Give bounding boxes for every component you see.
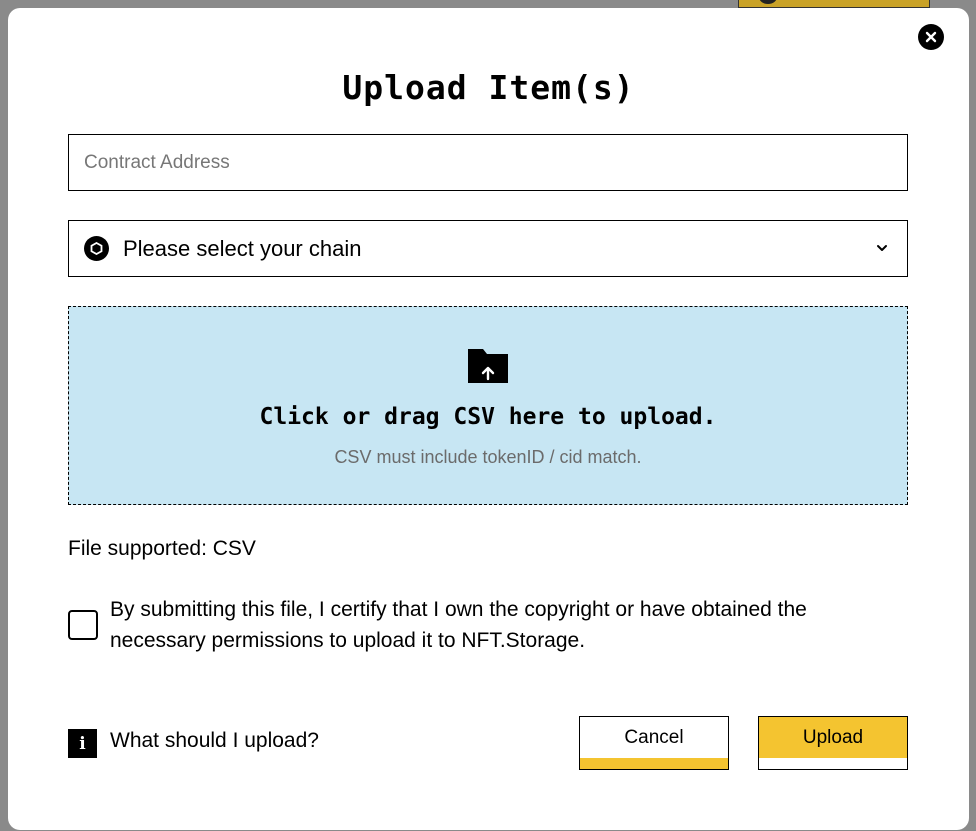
chain-select-label: Please select your chain — [123, 235, 362, 261]
chain-icon — [84, 236, 109, 261]
cancel-button-underline — [580, 758, 728, 769]
cancel-button-label: Cancel — [580, 717, 728, 759]
certify-checkbox[interactable] — [68, 610, 98, 640]
contract-address-field[interactable] — [68, 134, 908, 191]
upload-button-label: Upload — [759, 717, 907, 759]
upload-button[interactable]: Upload — [758, 716, 908, 770]
chain-select[interactable]: Please select your chain — [68, 220, 908, 277]
dropzone-subtitle: CSV must include tokenID / cid match. — [334, 447, 642, 467]
contract-address-input[interactable] — [69, 135, 907, 190]
info-icon: i — [68, 729, 97, 758]
close-icon — [925, 31, 937, 43]
help-link[interactable]: What should I upload? — [110, 729, 319, 753]
file-supported-text: File supported: CSV — [68, 537, 256, 560]
background-icon — [759, 0, 777, 4]
upload-button-underline — [759, 758, 907, 769]
upload-modal: Upload Item(s) Please select your chain … — [8, 8, 969, 830]
modal-title: Upload Item(s) — [342, 68, 635, 107]
csv-dropzone[interactable]: Click or drag CSV here to upload. CSV mu… — [68, 306, 908, 505]
close-button[interactable] — [918, 24, 944, 50]
chevron-down-icon — [877, 245, 887, 251]
background-button — [738, 0, 930, 8]
certify-label: By submitting this file, I certify that … — [110, 598, 807, 652]
folder-upload-icon — [468, 349, 508, 383]
dropzone-title: Click or drag CSV here to upload. — [259, 404, 717, 430]
cancel-button[interactable]: Cancel — [579, 716, 729, 770]
